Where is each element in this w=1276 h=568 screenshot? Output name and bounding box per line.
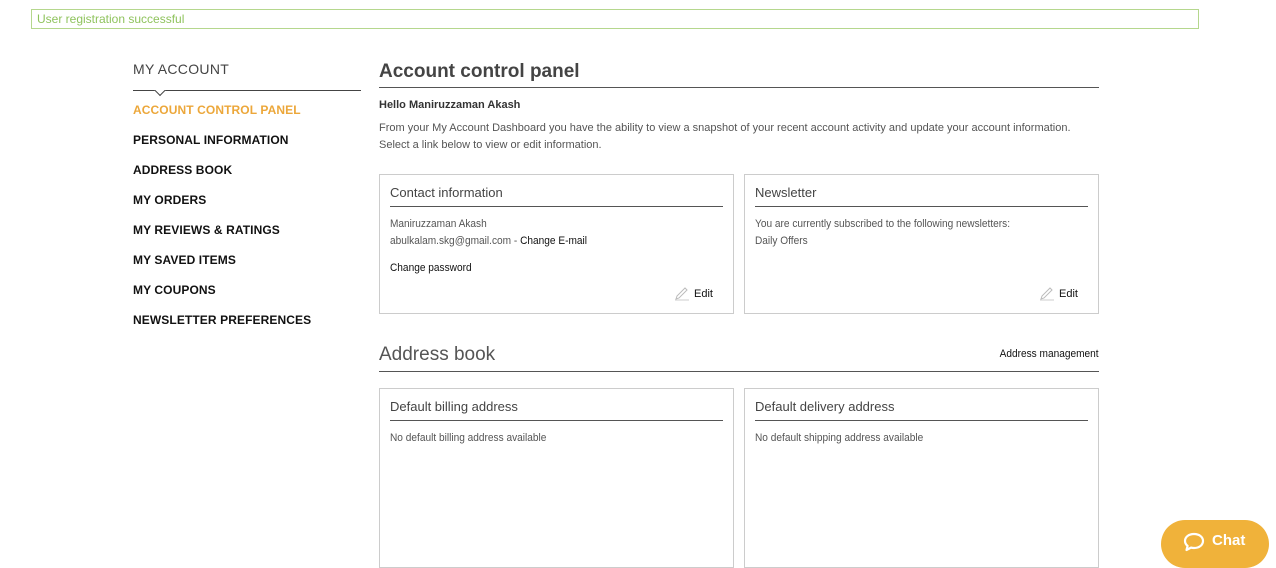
newsletter-title: Newsletter [755, 185, 1088, 207]
email-separator: - [511, 235, 521, 247]
sidebar-title: MY ACCOUNT [133, 61, 230, 77]
address-book-title: Address book [379, 344, 496, 365]
sidebar-item-my-reviews-ratings[interactable]: MY REVIEWS & RATINGS [133, 223, 280, 237]
contact-info-title: Contact information [390, 185, 723, 207]
pencil-icon [675, 287, 690, 301]
contact-edit-label: Edit [694, 288, 713, 300]
page-title: Account control panel [379, 61, 580, 82]
greeting: Hello Maniruzzaman Akash [379, 99, 521, 111]
chat-label: Chat [1212, 532, 1246, 549]
success-alert: User registration successful [31, 9, 1199, 29]
contact-email-row: abulkalam.skg@gmail.com - Change E-mail [390, 235, 587, 247]
sidebar-item-my-orders[interactable]: MY ORDERS [133, 193, 206, 207]
intro-text: From your My Account Dashboard you have … [379, 122, 1071, 151]
address-book-divider [379, 371, 1099, 372]
sidebar-item-newsletter-preferences[interactable]: NEWSLETTER PREFERENCES [133, 313, 311, 327]
contact-edit-button[interactable]: Edit [674, 287, 713, 301]
contact-info-panel: Contact information Maniruzzaman Akash a… [379, 174, 734, 314]
delivery-address-panel: Default delivery address No default ship… [744, 388, 1099, 568]
change-password-link[interactable]: Change password [390, 262, 472, 274]
delivery-address-title: Default delivery address [755, 399, 1088, 421]
chat-bubble-icon [1183, 532, 1205, 552]
change-email-link[interactable]: Change E-mail [520, 235, 587, 247]
newsletter-status: You are currently subscribed to the foll… [755, 218, 1011, 230]
sidebar-item-my-saved-items[interactable]: MY SAVED ITEMS [133, 253, 236, 267]
title-divider [379, 87, 1099, 88]
newsletter-edit-label: Edit [1059, 288, 1078, 300]
newsletter-edit-button[interactable]: Edit [1039, 287, 1078, 301]
delivery-address-text: No default shipping address available [755, 432, 924, 444]
billing-address-panel: Default billing address No default billi… [379, 388, 734, 568]
pencil-icon [1040, 287, 1055, 301]
sidebar-item-my-coupons[interactable]: MY COUPONS [133, 283, 216, 297]
contact-name: Maniruzzaman Akash [390, 218, 487, 230]
sidebar-item-personal-information[interactable]: PERSONAL INFORMATION [133, 133, 289, 147]
billing-address-text: No default billing address available [390, 432, 547, 444]
address-management-link[interactable]: Address management [1000, 348, 1099, 360]
sidebar-item-account-control-panel[interactable]: ACCOUNT CONTROL PANEL [133, 103, 301, 117]
sidebar-item-address-book[interactable]: ADDRESS BOOK [133, 163, 232, 177]
billing-address-title: Default billing address [390, 399, 723, 421]
chat-button[interactable]: Chat [1161, 520, 1269, 568]
newsletter-subscription: Daily Offers [755, 235, 808, 247]
newsletter-panel: Newsletter You are currently subscribed … [744, 174, 1099, 314]
sidebar-divider [133, 90, 361, 91]
sidebar-notch [153, 90, 167, 98]
contact-email: abulkalam.skg@gmail.com [390, 235, 512, 247]
